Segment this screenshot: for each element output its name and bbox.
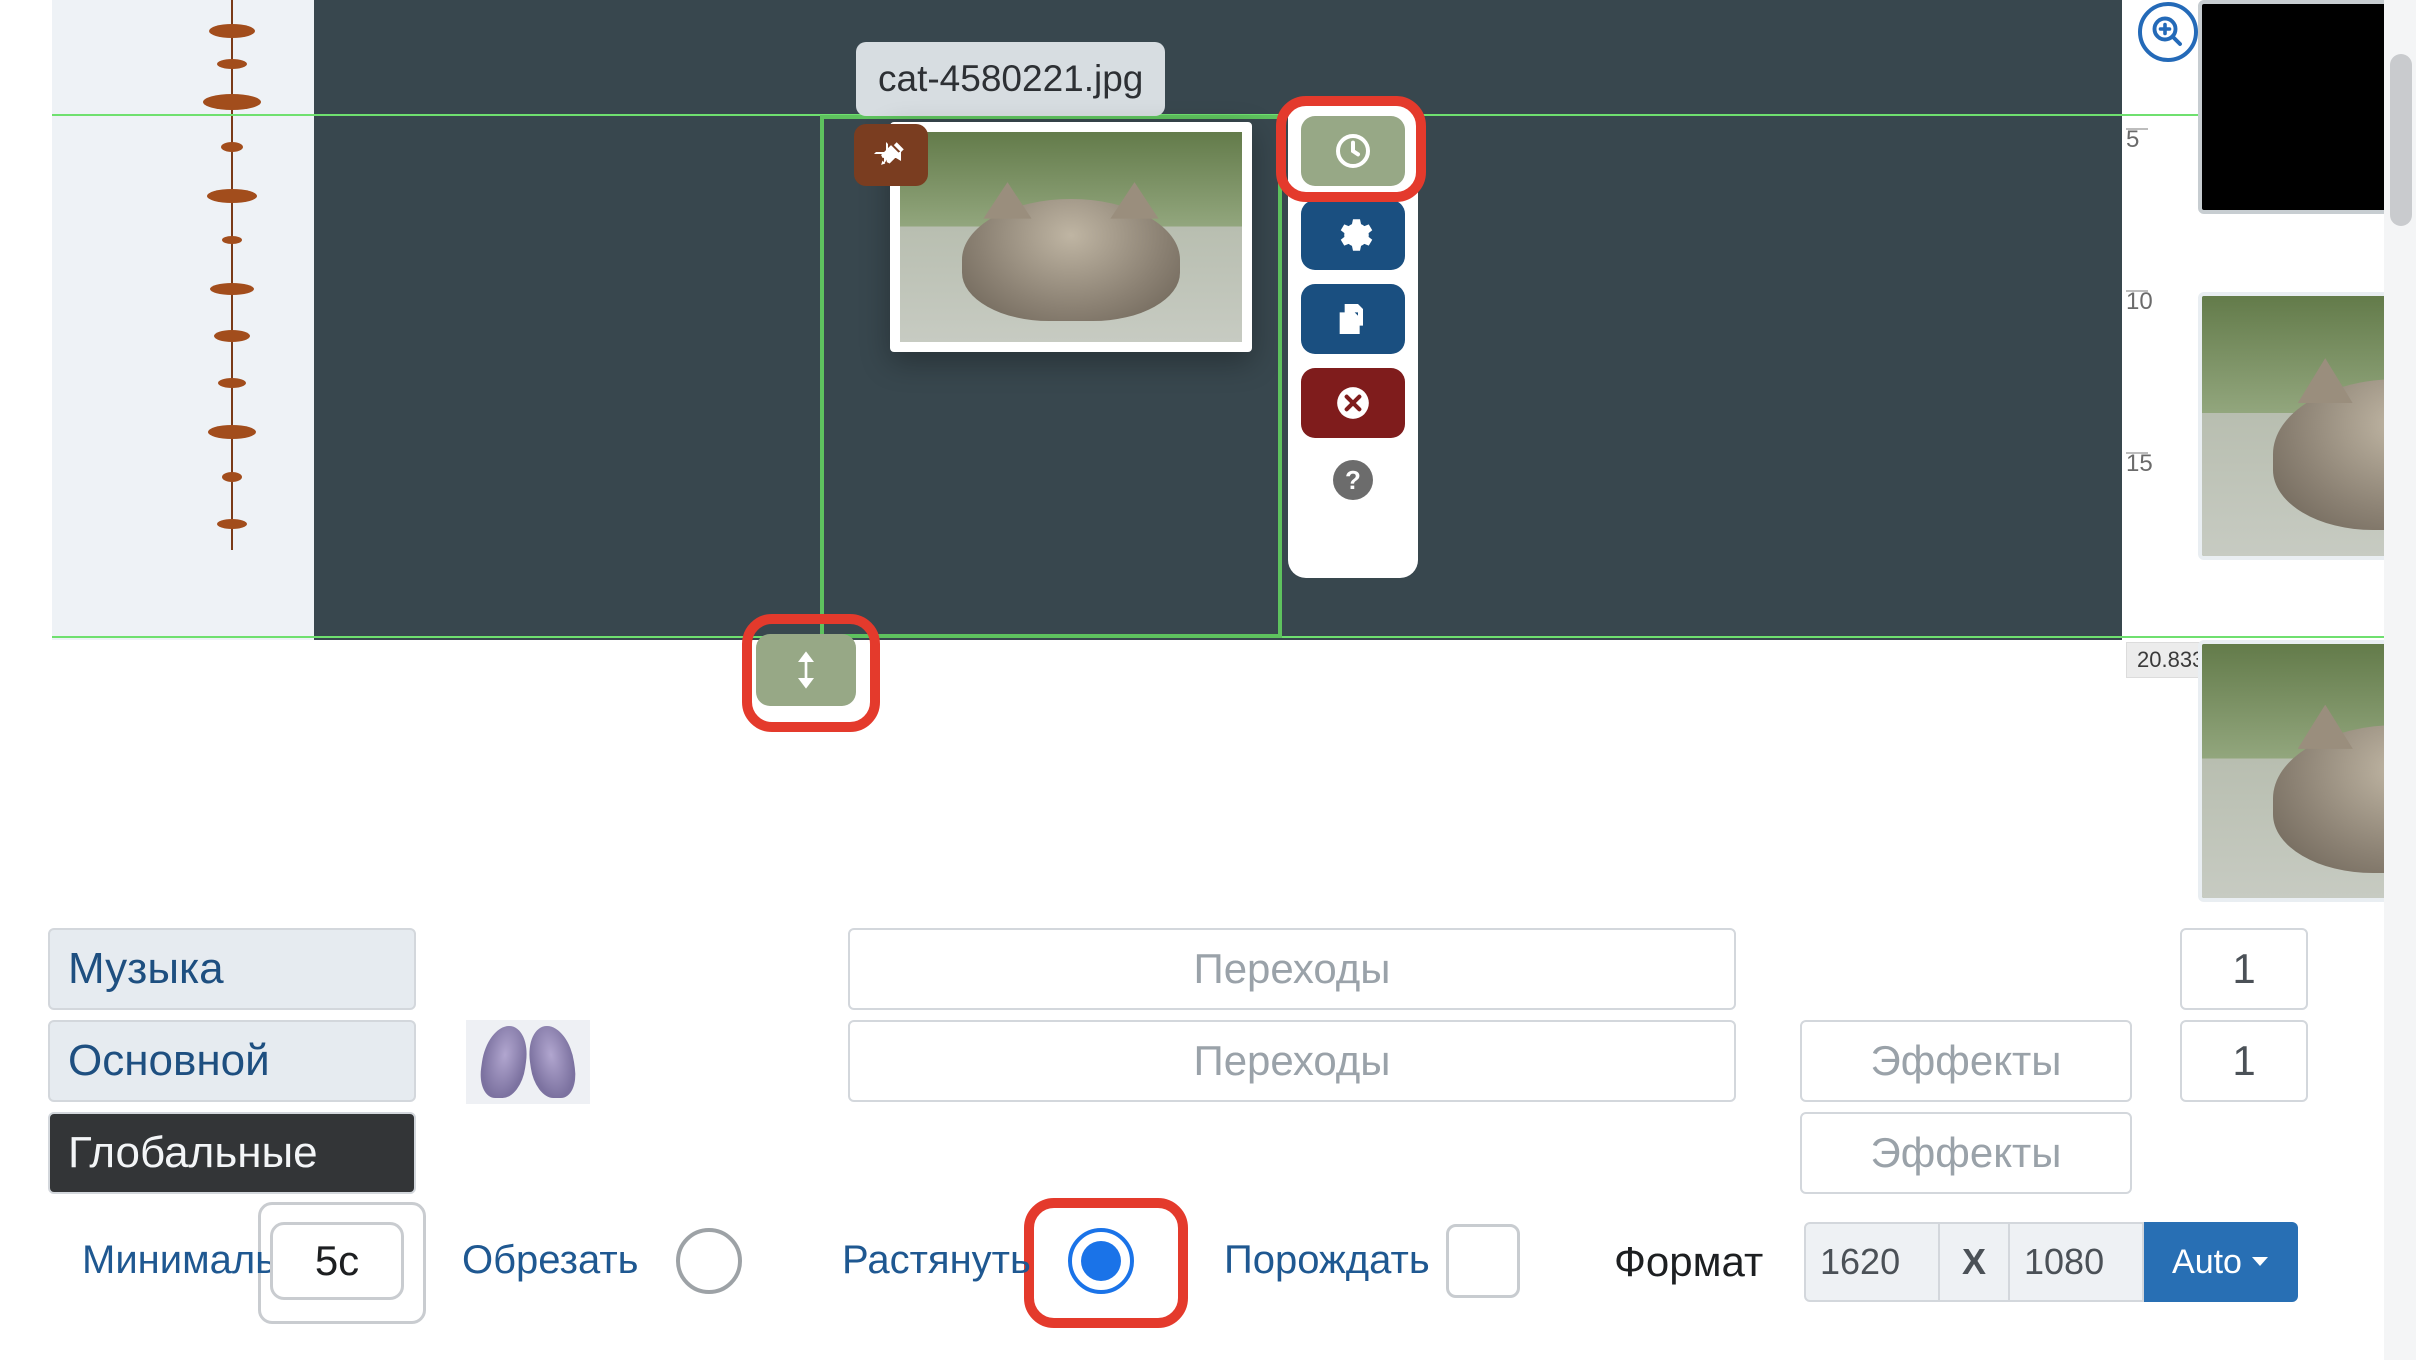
transitions-input-1[interactable]: Переходы <box>848 928 1736 1010</box>
annotation-highlight <box>742 614 880 732</box>
format-width-input[interactable]: 1620 <box>1804 1222 1940 1302</box>
vertical-scrollbar[interactable] <box>2384 0 2416 1360</box>
format-label: Формат <box>1614 1238 1763 1286</box>
close-circle-icon <box>1334 384 1372 422</box>
audio-waveform[interactable] <box>180 0 284 590</box>
pin-icon <box>874 138 908 172</box>
tab-music[interactable]: Музыка <box>48 928 416 1010</box>
spawn-label: Порождать <box>1224 1238 1430 1283</box>
stretch-label: Растянуть <box>842 1238 1031 1283</box>
format-auto-dropdown[interactable]: Auto <box>2144 1222 2298 1302</box>
caret-down-icon <box>2250 1255 2270 1269</box>
format-group: 1620 X 1080 Auto <box>1804 1222 2298 1302</box>
tab-main[interactable]: Основной <box>48 1020 416 1102</box>
minimal-duration-input[interactable] <box>270 1222 404 1300</box>
crop-radio[interactable] <box>676 1228 742 1294</box>
format-height-input[interactable]: 1080 <box>2008 1222 2144 1302</box>
effects-input-2[interactable]: Эффекты <box>1800 1112 2132 1194</box>
minimal-label: Минималь <box>82 1238 276 1283</box>
transition-count-1[interactable]: 1 <box>2180 928 2308 1010</box>
gear-icon <box>1332 214 1374 256</box>
ruler-tick-label: 5 <box>2126 126 2139 154</box>
settings-button[interactable] <box>1301 200 1405 270</box>
filename-tooltip: cat-4580221.jpg <box>856 42 1165 116</box>
clip-preview-icon[interactable] <box>466 1020 590 1104</box>
copy-button[interactable] <box>1301 284 1405 354</box>
ruler-tick-label: 15 <box>2126 450 2153 478</box>
format-separator: X <box>1940 1222 2008 1302</box>
effects-input-1[interactable]: Эффекты <box>1800 1020 2132 1102</box>
tab-global[interactable]: Глобальные <box>48 1112 416 1194</box>
transitions-input-2[interactable]: Переходы <box>848 1020 1736 1102</box>
help-button[interactable]: ? <box>1333 460 1373 500</box>
scrollbar-thumb[interactable] <box>2390 54 2412 226</box>
delete-button[interactable] <box>1301 368 1405 438</box>
auto-label: Auto <box>2172 1243 2242 1282</box>
stretch-radio[interactable] <box>1068 1228 1134 1294</box>
clip-thumbnail[interactable] <box>890 122 1252 352</box>
transition-count-2[interactable]: 1 <box>2180 1020 2308 1102</box>
crop-label: Обрезать <box>462 1238 639 1283</box>
ruler-tick-label: 10 <box>2126 288 2153 316</box>
time-ruler: 5 10 15 <box>2126 0 2184 910</box>
pin-button[interactable] <box>854 124 928 186</box>
spawn-checkbox[interactable] <box>1446 1224 1520 1298</box>
copy-icon <box>1333 299 1373 339</box>
annotation-highlight <box>1276 96 1426 202</box>
